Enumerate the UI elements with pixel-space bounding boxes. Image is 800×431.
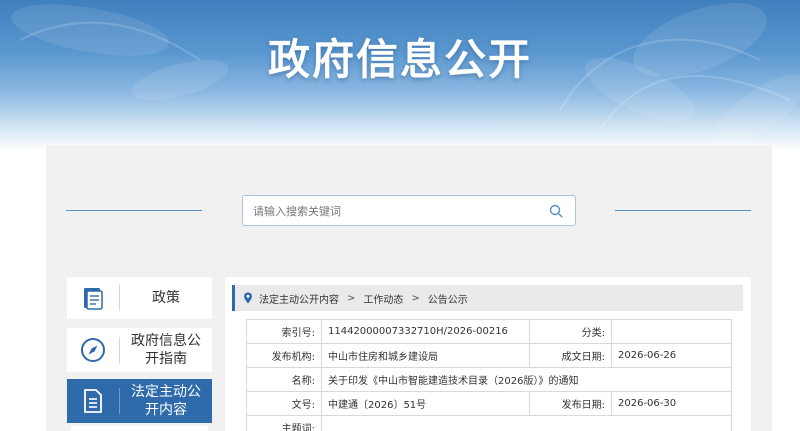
breadcrumb: 法定主动公开内容 > 工作动态 > 公告公示 <box>232 285 743 311</box>
search-input[interactable] <box>253 201 533 221</box>
sidebar-item-statutory-content[interactable]: 法定主动公开内容 <box>67 379 212 423</box>
table-row: 索引号: 11442000007332710H/2026-00216 分类: <box>246 319 732 344</box>
document-info-table: 索引号: 11442000007332710H/2026-00216 分类: 发… <box>246 319 732 431</box>
info-value: 2026-06-26 <box>611 343 732 368</box>
info-label: 分类: <box>529 319 612 344</box>
chevron-right-icon: > <box>347 292 356 304</box>
breadcrumb-item[interactable]: 公告公示 <box>428 291 468 306</box>
compass-icon <box>67 328 119 372</box>
search-box <box>242 195 576 226</box>
info-value: 中建通〔2026〕51号 <box>321 391 530 416</box>
info-value: 中山市住房和城乡建设局 <box>321 343 530 368</box>
search-divider-right <box>615 210 751 211</box>
document-icon <box>67 379 119 423</box>
submenu-strip <box>71 426 208 431</box>
info-value <box>611 319 732 344</box>
breadcrumb-item[interactable]: 工作动态 <box>363 291 403 306</box>
chevron-right-icon: > <box>411 292 420 304</box>
table-row: 发布机构: 中山市住房和城乡建设局 成文日期: 2026-06-26 <box>246 343 732 368</box>
sidebar-item-policy[interactable]: 政策 <box>67 277 212 319</box>
info-value: 2026-06-30 <box>611 391 732 416</box>
search-divider-left <box>66 210 202 211</box>
location-pin-icon <box>244 292 252 304</box>
search-icon[interactable] <box>549 204 563 218</box>
sidebar-item-label: 政策 <box>152 290 180 306</box>
info-value: 关于印发《中山市智能建造技术目录（2026版）》的通知 <box>321 367 732 392</box>
table-row: 文号: 中建通〔2026〕51号 发布日期: 2026-06-30 <box>246 391 732 416</box>
info-label: 文号: <box>246 391 322 416</box>
info-label: 发布机构: <box>246 343 322 368</box>
page-title: 政府信息公开 <box>267 35 532 84</box>
table-row: 名称: 关于印发《中山市智能建造技术目录（2026版）》的通知 <box>246 367 732 392</box>
sidebar-item-label: 法定主动公开内容 <box>131 384 201 418</box>
info-value: 11442000007332710H/2026-00216 <box>321 319 530 344</box>
info-label: 索引号: <box>246 319 322 344</box>
info-label: 名称: <box>246 367 322 392</box>
info-value <box>321 415 732 431</box>
info-label: 成文日期: <box>529 343 612 368</box>
banner: 政府信息公开 <box>0 0 800 150</box>
table-row: 主题词: <box>246 415 732 431</box>
sidebar-item-label: 政府信息公开指南 <box>131 333 201 367</box>
breadcrumb-item[interactable]: 法定主动公开内容 <box>259 291 339 306</box>
book-icon <box>67 277 119 319</box>
info-label: 发布日期: <box>529 391 612 416</box>
info-label: 主题词: <box>246 415 322 431</box>
sidebar-item-disclosure-guide[interactable]: 政府信息公开指南 <box>67 328 212 372</box>
